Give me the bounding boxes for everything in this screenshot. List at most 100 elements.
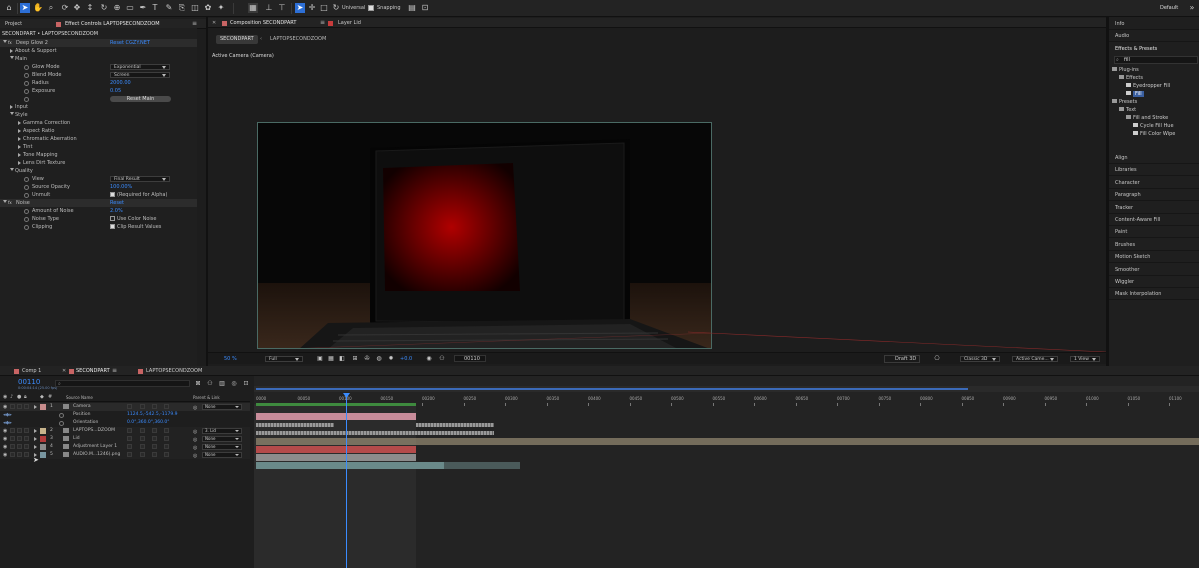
- channel-icon[interactable]: ◍: [374, 354, 384, 364]
- effect-row[interactable]: Reset Main: [0, 95, 197, 103]
- effect-value[interactable]: Reset CGZY.NET: [110, 39, 150, 47]
- twirl-right-icon[interactable]: [18, 129, 21, 133]
- mode-button-icon[interactable]: ▦: [248, 3, 258, 13]
- subtab-other[interactable]: LAPTOPSECONDZOOM: [270, 35, 326, 44]
- layer-switch-box[interactable]: [152, 444, 157, 449]
- orbit-tool-icon[interactable]: ⟳: [60, 3, 70, 13]
- eye-icon[interactable]: ◉: [3, 443, 7, 451]
- property-value[interactable]: 1124.5,-542.5,-1179.9: [127, 411, 177, 419]
- twirl-down-icon[interactable]: [3, 40, 7, 43]
- effect-row[interactable]: Style: [0, 111, 197, 119]
- resolution-select[interactable]: Full: [265, 356, 303, 362]
- stopwatch-icon[interactable]: [24, 209, 29, 214]
- comp-viewer[interactable]: [257, 122, 712, 349]
- stopwatch-icon[interactable]: [59, 413, 64, 418]
- effect-value[interactable]: Reset: [110, 199, 124, 207]
- effect-row[interactable]: Tone Mapping: [0, 151, 197, 159]
- layer-row[interactable]: ◉ 2 LAPTOPS...DZOOM ◎ 3. Lid: [0, 427, 250, 435]
- effect-row[interactable]: Unmult (Required for Alpha): [0, 191, 197, 199]
- layer-row[interactable]: ◂◆▸ Orientation 0.0°,360.0°,360.0°: [0, 419, 250, 427]
- layer-switch-box[interactable]: [127, 444, 132, 449]
- more-workspaces-icon[interactable]: »: [1187, 3, 1197, 13]
- layer-row[interactable]: ◉ 1 Camera ◎ None: [0, 403, 250, 411]
- twirl-right-icon[interactable]: [18, 161, 21, 165]
- parent-select[interactable]: None: [202, 436, 242, 442]
- selection-tool-icon[interactable]: ➤: [20, 3, 30, 13]
- track-bar[interactable]: [256, 446, 416, 453]
- stopwatch-icon[interactable]: [24, 65, 29, 70]
- label-color-swatch[interactable]: [40, 436, 46, 442]
- roto-tool-icon[interactable]: ✿: [203, 3, 213, 13]
- menu-icon[interactable]: ≡: [320, 19, 325, 26]
- keyframe-nav-icon[interactable]: ◂◆▸: [3, 411, 12, 419]
- panel-item[interactable]: Mask Interpolation: [1109, 288, 1199, 301]
- rotate-3d-icon[interactable]: ↻: [331, 3, 341, 13]
- stopwatch-icon[interactable]: [59, 421, 64, 426]
- transparency-icon[interactable]: ▦: [326, 354, 336, 364]
- layer-row[interactable]: ◂◆▸ Position 1124.5,-542.5,-1179.9: [0, 411, 250, 419]
- region-icon[interactable]: ▣: [315, 354, 325, 364]
- effect-checkbox[interactable]: [110, 224, 115, 229]
- exposure-icon[interactable]: ✹: [386, 354, 396, 364]
- track-bar[interactable]: [256, 438, 1199, 445]
- keyframe-strip[interactable]: [256, 423, 334, 427]
- effect-value[interactable]: 0.05: [110, 87, 121, 95]
- zoom-tool-icon[interactable]: ⌕: [46, 3, 56, 13]
- layer-switch-box[interactable]: [24, 428, 29, 433]
- label-color-swatch[interactable]: [40, 404, 46, 410]
- clone-tool-icon[interactable]: ⎘: [177, 3, 187, 13]
- layer-row[interactable]: ◉ 3 Lid ◎ None: [0, 435, 250, 443]
- layer-switch-box[interactable]: [140, 436, 145, 441]
- panel-item[interactable]: Align: [1109, 152, 1199, 164]
- layer-switch-box[interactable]: [140, 404, 145, 409]
- effect-row[interactable]: fx Noise Reset: [0, 199, 197, 207]
- panel-item[interactable]: Paint: [1109, 226, 1199, 239]
- parent-select[interactable]: None: [202, 452, 242, 458]
- twirl-right-icon[interactable]: [18, 145, 21, 149]
- snap-grid-icon[interactable]: ▤: [407, 3, 417, 13]
- twirl-right-icon[interactable]: [34, 437, 37, 441]
- track-area[interactable]: 0000000500010000150002000025000300003500…: [254, 376, 1199, 568]
- effect-row[interactable]: Gamma Correction: [0, 119, 197, 127]
- close-icon[interactable]: ✕: [62, 367, 66, 375]
- layer-switch-box[interactable]: [24, 404, 29, 409]
- layer-switch-box[interactable]: [24, 452, 29, 457]
- eye-icon[interactable]: ◉: [3, 435, 7, 443]
- stopwatch-icon[interactable]: [24, 177, 29, 182]
- exposure-value[interactable]: +0.0: [400, 356, 412, 362]
- rotate-tool-icon[interactable]: ↻: [99, 3, 109, 13]
- show-snapshot-icon[interactable]: ⚇: [437, 354, 447, 364]
- layer-switch-box[interactable]: [140, 444, 145, 449]
- parent-select[interactable]: 3. Lid: [202, 428, 242, 434]
- layer-switch-box[interactable]: [24, 444, 29, 449]
- tab-effect-controls[interactable]: Effect Controls LAPTOPSECONDZOOM: [65, 20, 160, 28]
- layer-name[interactable]: Lid: [73, 435, 80, 443]
- parent-select[interactable]: None: [202, 404, 242, 410]
- layer-name[interactable]: LAPTOPS...DZOOM: [73, 427, 115, 435]
- effects-search-input[interactable]: fill: [1114, 56, 1198, 64]
- track-bar[interactable]: [256, 454, 416, 461]
- stopwatch-icon[interactable]: [24, 73, 29, 78]
- fx-icon[interactable]: fx: [8, 39, 12, 47]
- layer-switch-box[interactable]: [140, 452, 145, 457]
- layer-switch-box[interactable]: [127, 436, 132, 441]
- move-3d-icon[interactable]: ✛: [307, 3, 317, 13]
- effects-tree-item[interactable]: Effects: [1119, 74, 1143, 82]
- panel-item[interactable]: Content-Aware Fill: [1109, 214, 1199, 226]
- snap-x-icon[interactable]: ⊥: [264, 3, 274, 13]
- effect-row[interactable]: Input: [0, 103, 197, 111]
- parent-link-header[interactable]: Parent & Link: [193, 395, 220, 400]
- layer-switch-box[interactable]: [24, 436, 29, 441]
- effect-value[interactable]: 100.00%: [110, 183, 132, 191]
- frame-blend-icon[interactable]: ▥: [217, 379, 227, 389]
- snapshot-icon[interactable]: ◉: [424, 354, 434, 364]
- effects-tree-item[interactable]: Fill Color Wipe: [1133, 130, 1175, 138]
- eye-icon[interactable]: ◉: [3, 451, 7, 459]
- property-value[interactable]: 0.0°,360.0°,360.0°: [127, 419, 170, 427]
- menu-icon[interactable]: ≡: [192, 20, 197, 27]
- track-bar[interactable]: [444, 462, 520, 469]
- effect-row[interactable]: Source Opacity 100.00%: [0, 183, 197, 191]
- layer-switch-box[interactable]: [10, 428, 15, 433]
- layer-switch-box[interactable]: [164, 428, 169, 433]
- cursor-3d-icon[interactable]: ➤: [295, 3, 305, 13]
